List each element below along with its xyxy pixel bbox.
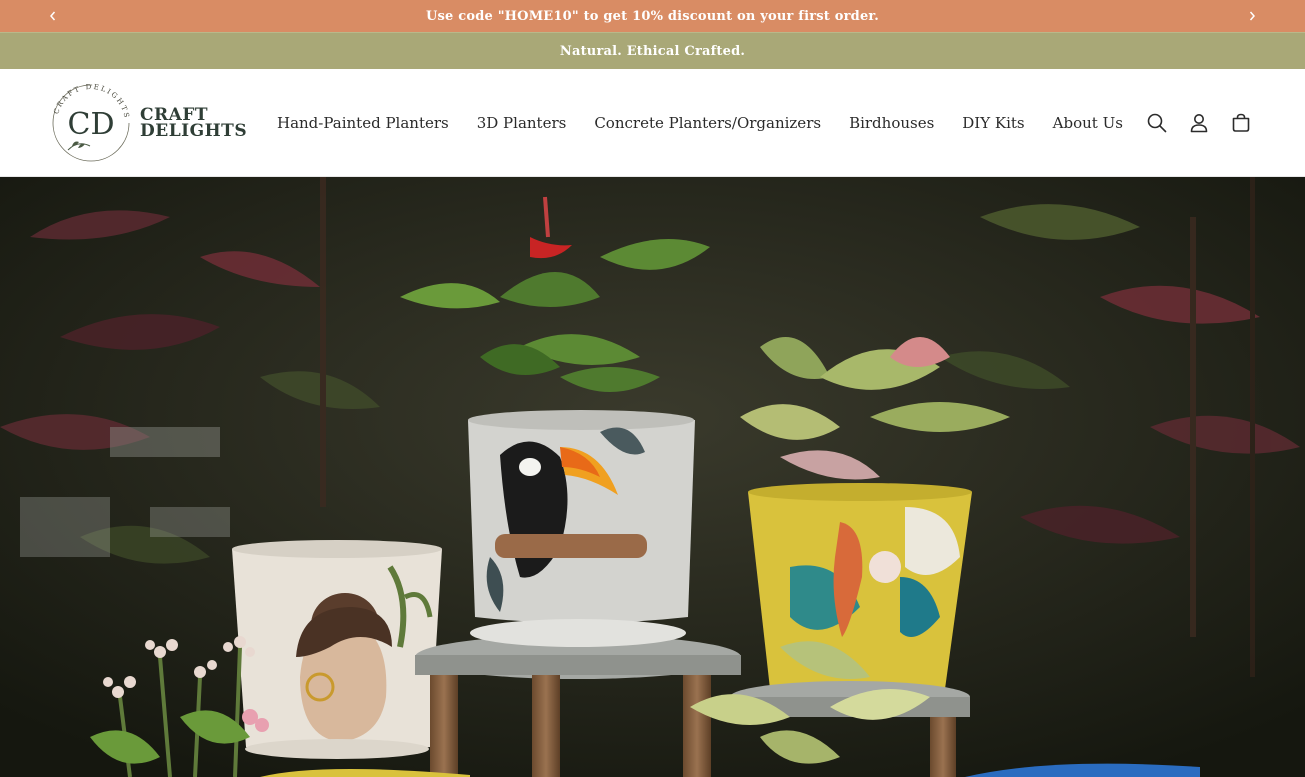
search-icon	[1147, 113, 1167, 133]
chevron-left-icon	[50, 11, 56, 21]
tagline-bar: Natural. Ethical Crafted.	[0, 32, 1305, 69]
account-icon	[1190, 114, 1208, 133]
brand-line2: DELIGHTS	[140, 120, 248, 141]
main-nav: Hand-Painted Planters 3D Planters Concre…	[277, 114, 1151, 132]
hero-banner[interactable]	[0, 177, 1305, 777]
site-header: CRAFT DELIGHTS CD CRAFT DELIGHTS Hand-Pa…	[0, 69, 1305, 177]
nav-diy-kits[interactable]: DIY Kits	[962, 114, 1024, 132]
announcement-text[interactable]: Use code "HOME10" to get 10% discount on…	[426, 9, 879, 24]
cart-icon	[1232, 113, 1250, 132]
logo-monogram: CD	[67, 107, 114, 142]
chevron-right-icon	[1249, 11, 1255, 21]
nav-concrete-planters[interactable]: Concrete Planters/Organizers	[594, 114, 821, 132]
nav-hand-painted-planters[interactable]: Hand-Painted Planters	[277, 114, 449, 132]
nav-3d-planters[interactable]: 3D Planters	[477, 114, 567, 132]
header-icons	[1127, 69, 1253, 177]
announcement-prev-button[interactable]	[37, 0, 69, 32]
search-button[interactable]	[1145, 111, 1169, 135]
brand-logo[interactable]: CRAFT DELIGHTS CD CRAFT DELIGHTS	[48, 78, 248, 168]
logo-emblem: CRAFT DELIGHTS CD	[52, 82, 130, 161]
nav-about-us[interactable]: About Us	[1053, 114, 1123, 132]
cart-button[interactable]	[1229, 111, 1253, 135]
hero-image	[0, 177, 1305, 777]
announcement-next-button[interactable]	[1236, 0, 1268, 32]
tagline-text: Natural. Ethical Crafted.	[559, 43, 746, 59]
announcement-bar: Use code "HOME10" to get 10% discount on…	[0, 0, 1305, 32]
account-button[interactable]	[1187, 111, 1211, 135]
brand-wordmark: CRAFT DELIGHTS	[140, 106, 248, 141]
nav-birdhouses[interactable]: Birdhouses	[849, 114, 934, 132]
